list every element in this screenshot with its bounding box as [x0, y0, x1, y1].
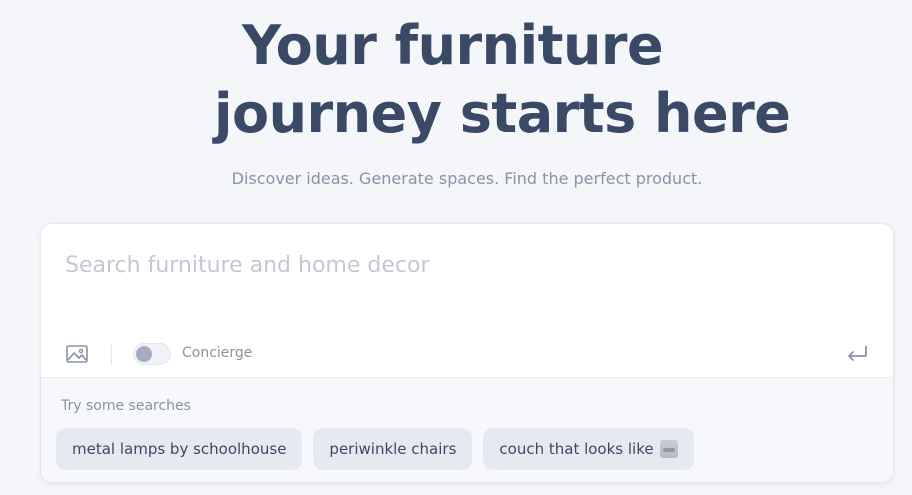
suggestion-chip[interactable]: couch that looks like: [483, 428, 694, 470]
search-toolbar: Concierge: [41, 336, 893, 372]
concierge-label: Concierge: [182, 345, 253, 361]
toggle-knob: [136, 346, 152, 362]
suggestions-panel: Try some searches metal lamps by schoolh…: [41, 377, 893, 482]
chip-label: metal lamps by schoolhouse: [72, 440, 287, 458]
hero-title-line-2: journey starts here: [214, 82, 791, 145]
chip-label: periwinkle chairs: [329, 440, 457, 458]
chip-label: couch that looks like: [499, 440, 654, 458]
hero-subtitle: Discover ideas. Generate spaces. Find th…: [231, 169, 703, 188]
search-card: Concierge Try some searches metal lamps …: [40, 223, 894, 483]
suggestion-chip[interactable]: metal lamps by schoolhouse: [56, 428, 303, 470]
toolbar-divider: [111, 343, 112, 365]
couch-thumbnail-image: [659, 440, 678, 458]
submit-search-button[interactable]: [845, 342, 869, 364]
concierge-toggle[interactable]: [133, 343, 171, 365]
enter-arrow-icon: [848, 346, 867, 361]
suggestion-chip[interactable]: periwinkle chairs: [313, 428, 473, 470]
suggestion-chips: metal lamps by schoolhouse periwinkle ch…: [56, 428, 694, 470]
search-input[interactable]: [65, 248, 845, 282]
image-upload-button[interactable]: [65, 344, 89, 364]
image-icon: [66, 345, 88, 363]
suggestions-title: Try some searches: [61, 398, 191, 414]
hero-title-line-1: Your furniture: [242, 14, 664, 77]
